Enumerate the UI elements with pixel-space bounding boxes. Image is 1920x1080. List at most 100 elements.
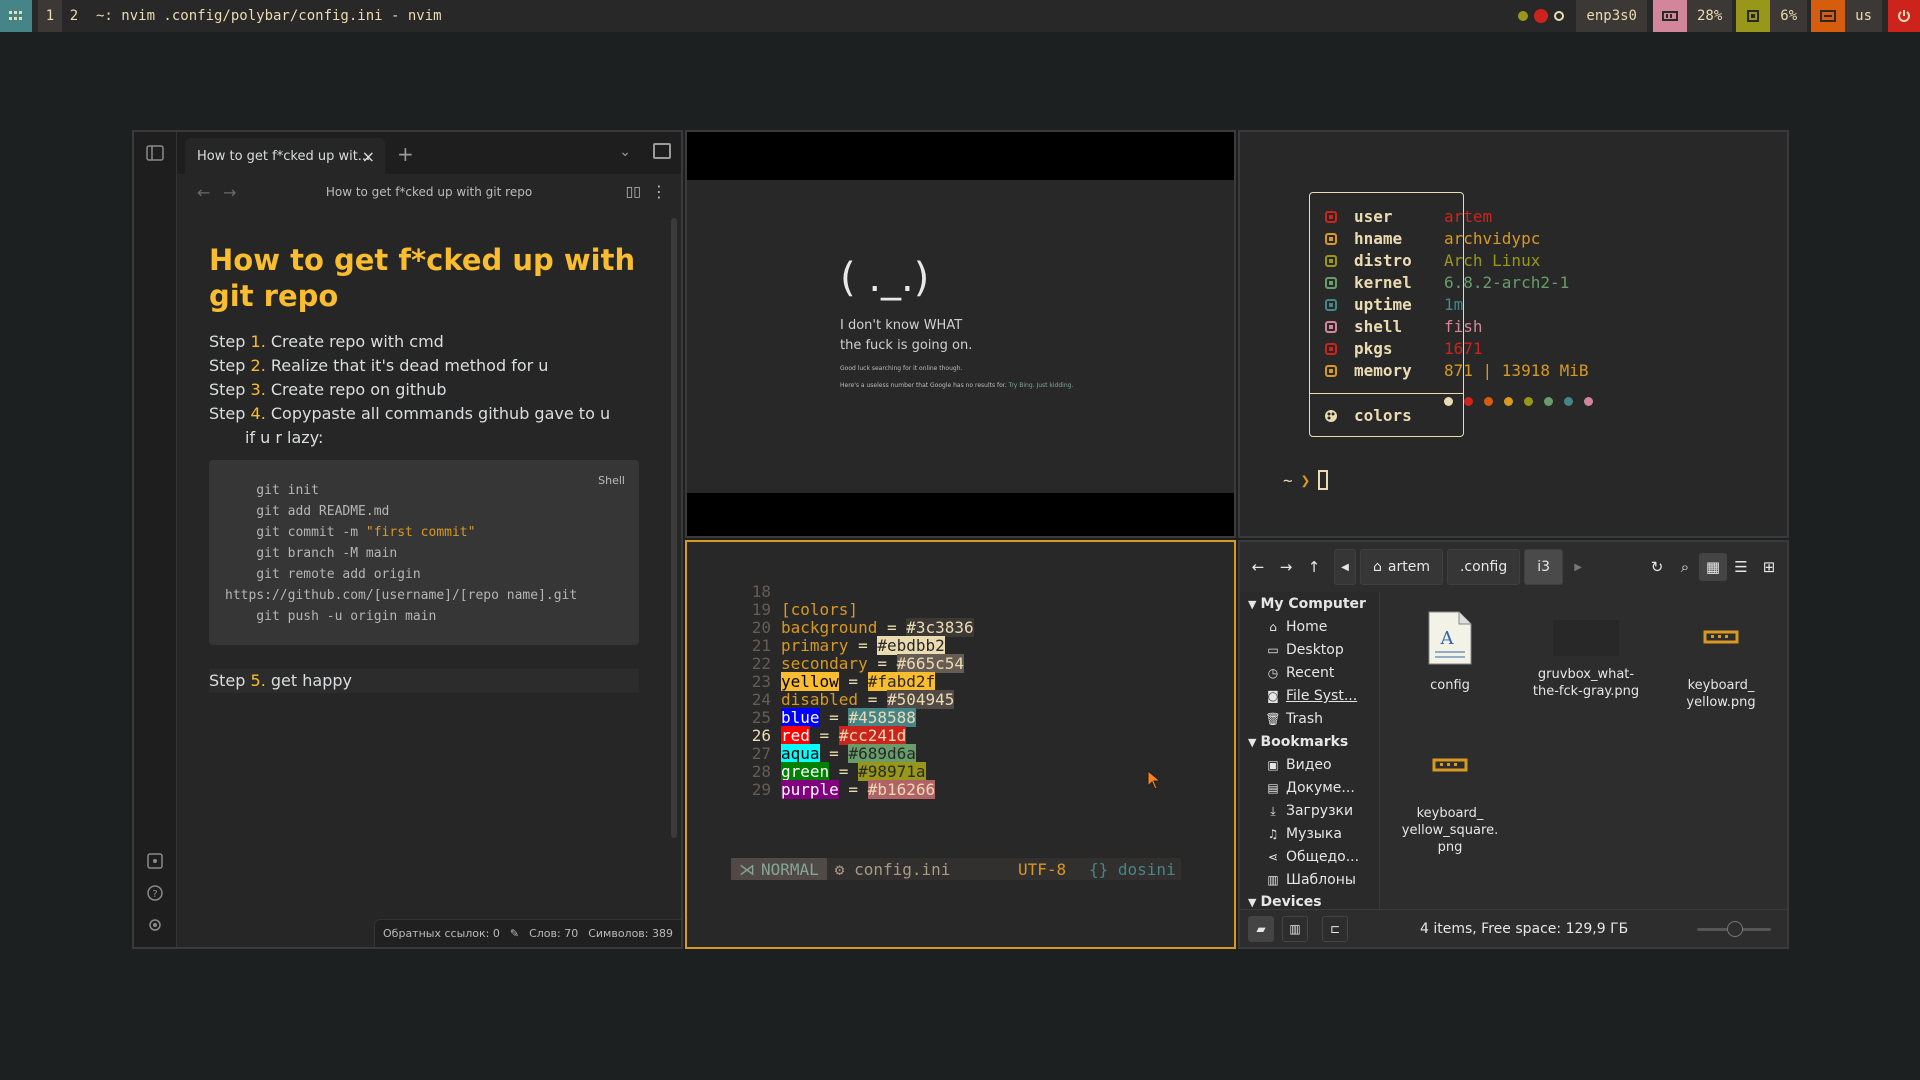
crumb-config[interactable]: .config [1446,549,1521,585]
nvim-window[interactable]: ⋊ NORMAL ⚙ config.ini UTF-8 {} dosini 18 1… [685,540,1236,949]
list-item: Step 2. Realize that it's dead method fo… [209,356,549,375]
code-block[interactable]: Shell git init git add README.md git com… [209,460,639,645]
up-arrow-icon[interactable]: ↑ [1300,553,1328,581]
settings-gear-icon[interactable] [146,916,164,934]
note-title-bar[interactable]: How to get f*cked up with git repo [177,185,681,199]
section-devices[interactable]: ▼ Devices [1248,894,1322,910]
clock-icon [1324,297,1338,311]
svg-text:A: A [1440,628,1455,649]
zoom-slider[interactable] [1697,921,1771,937]
share-icon: ⋖ [1267,850,1279,864]
zoom-slider-knob[interactable] [1727,921,1743,937]
chevron-down-icon[interactable]: ⌄ [619,144,631,160]
keyboard-image-thumbnail [1703,630,1739,644]
memory-icon [1324,363,1338,377]
music-icon: ♫ [1267,827,1279,841]
sidebar-toggle-icon[interactable] [146,144,164,162]
keyboard-icon [1811,0,1846,32]
reading-view-icon[interactable]: ▯▯ [626,184,641,200]
more-options-icon[interactable]: ⋮ [651,182,667,201]
right-sidebar-toggle-icon[interactable] [653,143,671,159]
bookmark-music[interactable]: ♫ Музыка [1266,826,1342,842]
palette-dot [1564,397,1573,406]
list-view-button[interactable]: ☰ [1727,553,1755,581]
crumb-i3[interactable]: i3 [1524,549,1564,585]
code-line: git push -u origin main [225,609,437,624]
icon-view-button[interactable]: ▦ [1699,553,1727,581]
app-launcher-button[interactable] [0,0,32,32]
code-line: git branch -M main [225,546,398,561]
file-manager-toolbar: ← → ↑ ◀ ⌂ artem .config i3 ▶ ↻ ⌕ ▦ ☰ ⊞ [1240,542,1787,592]
image-thumbnail [1553,620,1619,656]
fetch-row-shell: shell [1324,315,1402,337]
forward-arrow-icon[interactable]: → [1272,553,1300,581]
help-icon[interactable]: ? [146,884,164,902]
bookmark-downloads[interactable]: ⤓ Загрузки [1266,803,1353,819]
bookmark-video[interactable]: ▣ Видео [1266,757,1331,773]
refresh-icon[interactable]: ↻ [1643,553,1671,581]
tab-label: How to get f*cked up wit... [197,148,371,164]
user-icon [1324,209,1338,223]
workspace-1[interactable]: 1 [38,0,62,32]
bookmark-documents[interactable]: ▤ Докуме... [1266,780,1354,796]
place-home[interactable]: ⌂ Home [1266,619,1327,635]
bookmark-templates[interactable]: ▥ Шаблоны [1266,872,1356,888]
shell-prompt[interactable]: ~ ❯ [1283,470,1329,490]
file-item[interactable]: keyboard_ yellow.png [1666,610,1776,711]
vault-switch-icon[interactable] [146,852,164,870]
edit-pencil-icon[interactable]: ✎ [510,927,519,940]
tree-pane-button[interactable]: ▥ [1282,915,1308,942]
tab-note[interactable]: How to get f*cked up wit... × [185,138,385,174]
tray-bluetooth-icon[interactable] [1554,11,1565,21]
back-arrow-icon[interactable]: ← [1244,553,1272,581]
power-button[interactable] [1888,0,1920,32]
file-name: ⚙ config.ini [834,859,951,879]
place-trash[interactable]: 🗑 Trash [1265,711,1323,727]
crumb-scroll-left-icon[interactable]: ◀ [1334,549,1356,585]
fetch-row-memory: memory [1324,359,1412,381]
error-face: ( ._.) [840,255,930,301]
crumb-home[interactable]: ⌂ artem [1360,549,1443,585]
new-tab-button[interactable]: + [397,142,414,166]
memory-module: 28% [1652,0,1733,32]
fetch-value-kernel: 6.8.2-arch2-1 [1444,272,1570,292]
templates-icon: ▥ [1267,873,1279,887]
keyboard-layout: us [1845,0,1882,32]
search-icon[interactable]: ⌕ [1671,553,1699,581]
text-file-icon: A [1428,611,1472,665]
close-tab-icon[interactable]: × [362,147,375,166]
fetch-value-shell: fish [1444,316,1483,336]
distro-icon [1324,253,1338,267]
toggle-sidebar-button[interactable]: ⊏ [1322,915,1348,942]
tray-app-icon[interactable] [1518,11,1529,21]
section-my-computer[interactable]: ▼ My Computer [1248,596,1366,612]
section-bookmarks[interactable]: ▼ Bookmarks [1248,734,1348,750]
crumb-scroll-right-icon[interactable]: ▶ [1567,549,1589,585]
workspace-2[interactable]: 2 [62,0,86,32]
cpu-module: 6% [1736,0,1808,32]
fetch-value-uptime: 1m [1444,294,1464,314]
scrollbar[interactable] [671,218,677,838]
file-manager-window: ← → ↑ ◀ ⌂ artem .config i3 ▶ ↻ ⌕ ▦ ☰ ⊞ ▼ M… [1238,540,1789,949]
note-content: How to get f*cked up with git repo Step … [209,242,639,693]
nvim-statusline: ⋊ NORMAL ⚙ config.ini UTF-8 {} dosini [731,858,1181,880]
file-item[interactable]: gruvbox_what-the-fck-gray.png [1531,610,1641,700]
compact-view-button[interactable]: ⊞ [1755,553,1783,581]
places-pane-button[interactable]: ▰ [1248,915,1274,942]
file-item[interactable]: keyboard_ yellow_square. png [1395,738,1505,856]
editor-line[interactable]: 29 purple = #b16266 [687,778,936,800]
bing-link[interactable]: Try Bing. Just kidding. [1007,382,1074,389]
tray-chrome-icon[interactable] [1534,9,1549,23]
backlinks-count[interactable]: Обратных ссылок: 0 [383,927,500,940]
bookmark-public[interactable]: ⋖ Общедо... [1266,849,1359,865]
terminal-window[interactable]: colors ~ ❯ user artem hname archvidypc distro… [1238,130,1789,538]
place-recent[interactable]: ◷ Recent [1266,665,1335,681]
file-item[interactable]: A config [1395,610,1505,694]
keyboard-module[interactable]: us [1811,0,1882,32]
place-filesystem[interactable]: ◙ File Syst... [1266,688,1357,704]
palette-dot [1504,397,1513,406]
place-desktop[interactable]: ▭ Desktop [1266,642,1343,658]
fetch-row-uptime: uptime [1324,293,1412,315]
fetch-row-user: user [1324,205,1393,227]
code-line: git commit -m "first commit" [225,525,476,540]
